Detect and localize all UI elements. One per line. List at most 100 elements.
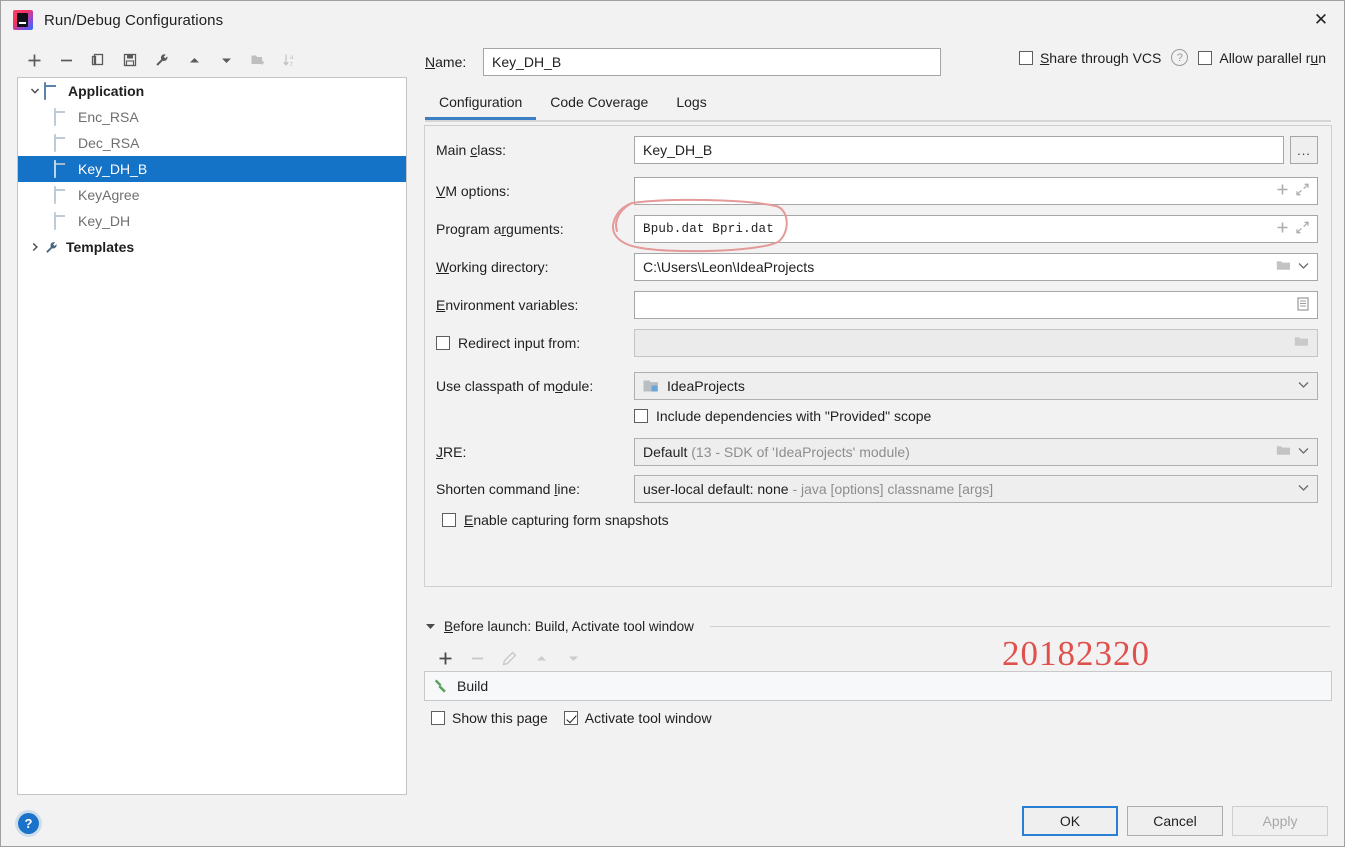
- redirect-input-folder-icon[interactable]: [1294, 335, 1309, 351]
- sort-az-button[interactable]: a z: [274, 46, 306, 74]
- tree-node-application[interactable]: Application: [18, 78, 406, 104]
- before-launch-task-label: Build: [457, 678, 489, 694]
- configuration-icon: [54, 212, 72, 230]
- help-icon[interactable]: ?: [18, 813, 39, 834]
- triangle-down-icon[interactable]: [425, 619, 436, 634]
- working-directory-label: Working directory:: [436, 259, 549, 275]
- program-arguments-label: Program arguments:: [436, 221, 564, 237]
- remove-task-button[interactable]: [461, 644, 493, 672]
- redirect-input-field[interactable]: [634, 329, 1318, 357]
- jre-dropdown-icon[interactable]: [1298, 447, 1309, 458]
- help-icon[interactable]: ?: [1171, 49, 1189, 66]
- environment-variables-input[interactable]: [634, 291, 1318, 319]
- move-task-down-button[interactable]: [557, 644, 589, 672]
- ellipsis-icon: ...: [1297, 142, 1311, 158]
- chevron-down-icon[interactable]: [26, 82, 44, 100]
- move-task-up-button[interactable]: [525, 644, 557, 672]
- tree-node-templates[interactable]: Templates: [18, 234, 406, 260]
- include-provided-checkbox[interactable]: Include dependencies with "Provided" sco…: [634, 408, 931, 424]
- checkbox-box: [563, 711, 578, 725]
- show-this-page-checkbox[interactable]: Show this page: [431, 710, 548, 726]
- tab-configuration[interactable]: Configuration: [425, 92, 537, 120]
- allow-parallel-run-checkbox[interactable]: Allow parallel run: [1198, 50, 1326, 66]
- activate-tool-window-checkbox[interactable]: Activate tool window: [563, 710, 712, 726]
- ok-button[interactable]: OK: [1022, 806, 1118, 836]
- working-directory-row: Working directory: C:\Users\Leon\IdeaPro…: [436, 253, 1322, 281]
- tab-bar: Configuration Code Coverage Logs: [425, 92, 1331, 122]
- shorten-command-line-dropdown-icon[interactable]: [1298, 484, 1309, 495]
- shorten-command-line-row: Shorten command line: user-local default…: [436, 475, 1322, 503]
- form-snapshots-label: Enable capturing form snapshots: [464, 512, 669, 528]
- main-class-input[interactable]: Key_DH_B: [634, 136, 1284, 164]
- before-launch-task-list[interactable]: Build: [424, 671, 1332, 701]
- vm-options-input[interactable]: [634, 177, 1318, 205]
- classpath-module-dropdown-icon[interactable]: [1298, 381, 1309, 392]
- header-options: Share through VCS ? Allow parallel run: [1018, 49, 1326, 66]
- jre-select[interactable]: Default (13 - SDK of 'IdeaProjects' modu…: [634, 438, 1318, 466]
- tree-node-enc-rsa[interactable]: Enc_RSA: [18, 104, 406, 130]
- working-directory-input[interactable]: C:\Users\Leon\IdeaProjects: [634, 253, 1318, 281]
- name-row: Name:: [425, 48, 941, 76]
- form-snapshots-checkbox[interactable]: Enable capturing form snapshots: [442, 512, 669, 528]
- move-up-button[interactable]: [178, 46, 210, 74]
- working-directory-folder-icon[interactable]: [1276, 259, 1291, 275]
- program-arguments-expand-icon[interactable]: [1296, 221, 1309, 237]
- tree-node-label: Dec_RSA: [78, 135, 140, 151]
- shorten-command-line-select[interactable]: user-local default: none - java [options…: [634, 475, 1318, 503]
- add-configuration-button[interactable]: [18, 46, 50, 74]
- before-launch-toolbar: [429, 644, 589, 672]
- name-input[interactable]: [483, 48, 941, 76]
- shorten-command-line-label: Shorten command line:: [436, 481, 580, 497]
- main-class-browse-button[interactable]: ...: [1290, 136, 1318, 164]
- checkbox-box: [1018, 50, 1033, 65]
- checkbox-box: [1198, 50, 1213, 65]
- edit-task-button[interactable]: [493, 644, 525, 672]
- cancel-button[interactable]: Cancel: [1127, 806, 1223, 836]
- redirect-input-row: Redirect input from:: [436, 329, 1322, 357]
- tab-logs[interactable]: Logs: [662, 92, 720, 118]
- program-arguments-row: Program arguments: Bpub.dat Bpri.dat: [436, 215, 1322, 243]
- main-class-value: Key_DH_B: [643, 142, 713, 158]
- environment-variables-row: Environment variables:: [436, 291, 1322, 319]
- tree-node-keyagree[interactable]: KeyAgree: [18, 182, 406, 208]
- jre-folder-icon[interactable]: [1276, 444, 1291, 460]
- redirect-input-checkbox[interactable]: Redirect input from:: [436, 335, 634, 351]
- apply-button[interactable]: Apply: [1232, 806, 1328, 836]
- close-icon[interactable]: ✕: [1298, 1, 1344, 38]
- tree-node-key-dh-b[interactable]: Key_DH_B: [18, 156, 406, 182]
- working-directory-dropdown-icon[interactable]: [1298, 262, 1309, 273]
- tree-node-dec-rsa[interactable]: Dec_RSA: [18, 130, 406, 156]
- configuration-icon: [54, 186, 72, 204]
- save-configuration-button[interactable]: [114, 46, 146, 74]
- intellij-idea-icon: [13, 10, 33, 30]
- share-through-vcs-checkbox[interactable]: Share through VCS: [1018, 50, 1161, 66]
- program-arguments-input[interactable]: Bpub.dat Bpri.dat: [634, 215, 1318, 243]
- classpath-module-select[interactable]: IdeaProjects: [634, 372, 1318, 400]
- edit-templates-button[interactable]: [146, 46, 178, 74]
- tree-node-label: Key_DH_B: [78, 161, 148, 177]
- classpath-module-row: Use classpath of module: IdeaProjects: [436, 372, 1322, 400]
- vm-options-expand-icon[interactable]: [1296, 183, 1309, 199]
- remove-configuration-button[interactable]: [50, 46, 82, 74]
- move-down-button[interactable]: [210, 46, 242, 74]
- configurations-tree[interactable]: Application Enc_RSA Dec_RSA Key_DH_B Key…: [17, 77, 407, 795]
- program-arguments-value: Bpub.dat Bpri.dat: [643, 222, 774, 236]
- shorten-command-line-value: user-local default: none: [643, 481, 789, 497]
- environment-variables-editor-icon[interactable]: [1297, 296, 1309, 314]
- shorten-value-wrap: user-local default: none - java [options…: [643, 481, 1292, 497]
- program-arguments-add-icon[interactable]: [1276, 221, 1289, 237]
- add-task-button[interactable]: [429, 644, 461, 672]
- tree-node-label: Key_DH: [78, 213, 131, 229]
- tab-code-coverage[interactable]: Code Coverage: [536, 92, 662, 118]
- jre-value-hint: (13 - SDK of 'IdeaProjects' module): [691, 444, 910, 460]
- tree-node-key-dh[interactable]: Key_DH: [18, 208, 406, 234]
- before-launch-options: Show this page Activate tool window: [431, 710, 712, 726]
- classpath-module-label: Use classpath of module:: [436, 378, 594, 394]
- vm-options-row: VM options:: [436, 177, 1322, 205]
- checkbox-box: [442, 513, 456, 527]
- move-into-folder-button[interactable]: [242, 46, 274, 74]
- vm-options-add-icon[interactable]: [1276, 183, 1289, 199]
- jre-row: JRE: Default (13 - SDK of 'IdeaProjects'…: [436, 438, 1322, 466]
- chevron-right-icon[interactable]: [26, 238, 44, 256]
- copy-configuration-button[interactable]: [82, 46, 114, 74]
